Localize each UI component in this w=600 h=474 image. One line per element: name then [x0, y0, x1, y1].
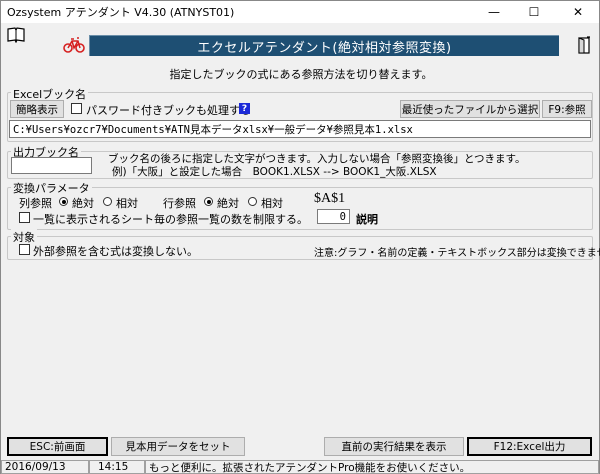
password-checkbox-label: パスワード付きブックも処理する — [86, 104, 251, 117]
explain-link[interactable]: 説明 — [356, 211, 378, 227]
limit-count-input[interactable]: 0 — [317, 209, 350, 224]
excel-path-input[interactable]: C:¥Users¥ozcr7¥Documents¥ATN見本データxlsx¥一般… — [9, 120, 591, 138]
title-bar: Ozsystem アテンダント V4.30 (ATNYST01) — ☐ ✕ — [1, 1, 599, 23]
excel-output-button[interactable]: F12:Excel出力 — [467, 437, 592, 456]
page-title-banner: エクセルアテンダント(絶対相対参照変換) — [89, 35, 559, 56]
set-sample-data-button[interactable]: 見本用データをセット — [111, 437, 245, 456]
status-bar: 2016/09/13 14:15 もっと便利に。拡張されたアテンダントPro機能… — [1, 460, 599, 474]
limit-list-checkbox[interactable] — [19, 212, 30, 223]
column-relative-radio[interactable] — [103, 197, 112, 206]
limit-list-label: 一覧に表示されるシート毎の参照一覧の数を制限する。 — [33, 213, 308, 226]
row-absolute-label: 絶対 — [217, 197, 239, 210]
status-message: もっと便利に。拡張されたアテンダントPro機能をお使いください。 — [145, 460, 599, 474]
exit-door-icon[interactable] — [575, 36, 593, 54]
output-note-line2: 例)「大阪」と設定した場合 BOOK1.XLSX --> BOOK1_大阪.XL… — [112, 166, 437, 178]
app-window: Ozsystem アテンダント V4.30 (ATNYST01) — ☐ ✕ エ… — [0, 0, 600, 474]
row-ref-label: 行参照 — [163, 197, 196, 210]
output-suffix-input[interactable] — [11, 157, 92, 174]
help-icon[interactable]: ? — [239, 103, 250, 114]
column-absolute-radio[interactable] — [59, 197, 68, 206]
column-ref-label: 列参照 — [19, 197, 52, 210]
row-absolute-radio[interactable] — [204, 197, 213, 206]
row-relative-radio[interactable] — [248, 197, 257, 206]
reference-preview: $A$1 — [314, 191, 346, 206]
target-note: 注意:グラフ・名前の定義・テキストボックス部分は変換できません。 — [314, 248, 600, 259]
esc-back-button[interactable]: ESC:前画面 — [7, 437, 108, 456]
recent-files-button[interactable]: 最近使ったファイルから選択 — [400, 100, 540, 118]
window-title: Ozsystem アテンダント V4.30 (ATNYST01) — [7, 6, 235, 19]
bicycle-icon — [63, 37, 85, 53]
external-ref-label: 外部参照を含む式は変換しない。 — [33, 245, 198, 258]
show-last-result-button[interactable]: 直前の実行結果を表示 — [324, 437, 464, 456]
page-subtitle: 指定したブックの式にある参照方法を切り替えます。 — [169, 68, 433, 81]
brief-view-button[interactable]: 簡略表示 — [10, 100, 64, 118]
column-relative-label: 相対 — [116, 197, 138, 210]
maximize-button[interactable]: ☐ — [519, 1, 549, 23]
status-date: 2016/09/13 — [1, 460, 89, 474]
browse-button[interactable]: F9:参照 — [542, 100, 592, 118]
external-ref-checkbox[interactable] — [19, 244, 30, 255]
row-relative-label: 相対 — [261, 197, 283, 210]
column-absolute-label: 絶対 — [72, 197, 94, 210]
minimize-button[interactable]: — — [479, 1, 509, 23]
close-button[interactable]: ✕ — [563, 1, 593, 23]
conversion-params-group-label: 変換パラメータ — [11, 180, 92, 196]
book-icon[interactable] — [7, 27, 25, 43]
password-checkbox[interactable] — [71, 103, 82, 114]
status-time: 14:15 — [89, 460, 145, 474]
